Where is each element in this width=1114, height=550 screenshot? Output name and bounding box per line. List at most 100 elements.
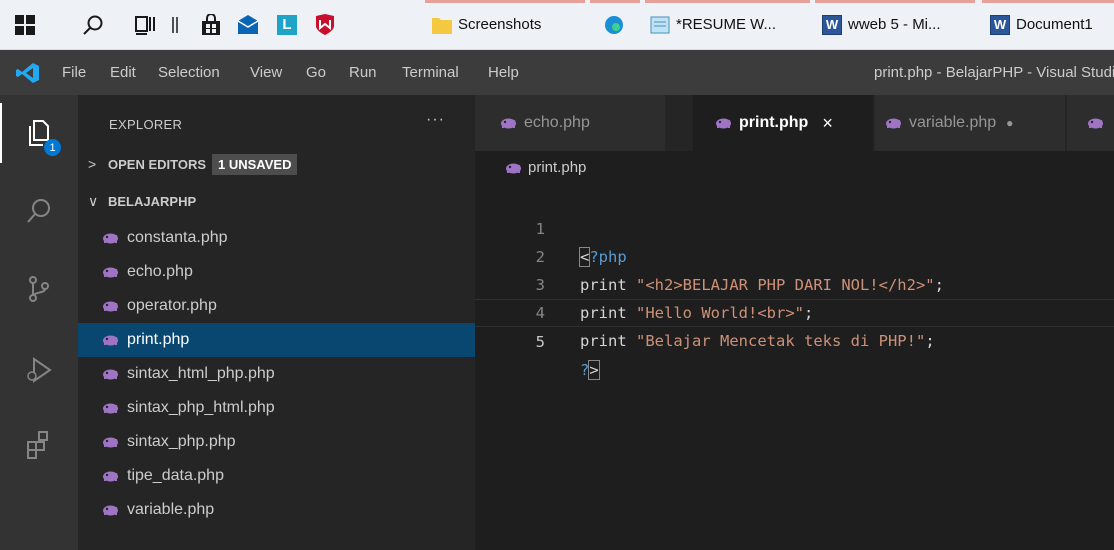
php-file-icon xyxy=(102,232,120,244)
file-item[interactable]: print.php xyxy=(78,323,475,357)
tab-label: echo.php xyxy=(524,114,590,131)
file-item[interactable]: tipe_data.php xyxy=(78,459,475,493)
file-label: echo.php xyxy=(127,263,193,280)
php-file-icon xyxy=(500,117,517,129)
file-item[interactable]: sintax_php.php xyxy=(78,425,475,459)
close-tab-icon[interactable]: × xyxy=(822,113,833,134)
file-label: sintax_html_php.php xyxy=(127,365,275,382)
open-editors-label: OPEN EDITORS xyxy=(108,156,207,172)
php-file-icon xyxy=(885,117,902,129)
taskbar-app-label: Screenshots xyxy=(458,16,542,33)
tab-overflow[interactable] xyxy=(1067,95,1114,151)
code-line: 3 print "Hello World!<br>"; xyxy=(475,243,1114,322)
menu-file[interactable]: File xyxy=(62,50,86,95)
extensions-icon xyxy=(27,431,48,459)
string-literal: "Belajar Mencetak teks di PHP!" xyxy=(636,332,926,350)
windows-taskbar: L Screenshots *RESUME W... W wweb 5 - Mi… xyxy=(0,0,1114,50)
line-number: 5 xyxy=(535,333,545,351)
search-icon xyxy=(27,199,50,223)
menu-view[interactable]: View xyxy=(250,50,282,95)
notepad-icon xyxy=(650,15,670,35)
php-file-icon xyxy=(102,436,120,448)
file-label: constanta.php xyxy=(127,229,228,246)
source-control-icon xyxy=(29,276,49,302)
editor-tabs: echo.php print.php × variable.php ● xyxy=(475,95,1114,151)
l-app-icon[interactable]: L xyxy=(272,0,302,49)
menu-run[interactable]: Run xyxy=(349,50,377,95)
unsaved-dot-icon[interactable]: ● xyxy=(1006,116,1013,130)
word-icon: W xyxy=(822,14,842,35)
more-actions-icon[interactable]: ··· xyxy=(426,111,445,129)
taskbar-app-word-document[interactable]: W Document1 xyxy=(990,0,1114,49)
source-control-activity-button[interactable] xyxy=(0,259,78,319)
unsaved-badge: 1 UNSAVED xyxy=(212,153,298,175)
tab-echo[interactable]: echo.php xyxy=(475,95,665,151)
extensions-activity-button[interactable] xyxy=(0,415,78,475)
chevron-right-icon: > xyxy=(88,156,97,172)
taskbar-app-resume[interactable]: *RESUME W... xyxy=(650,0,808,49)
folder-section[interactable]: ∨ BELAJARPHP xyxy=(78,184,475,218)
php-close-bracket: > xyxy=(588,360,600,380)
php-file-icon xyxy=(505,162,522,174)
current-code-line: 5 ?> xyxy=(475,299,1114,380)
chevron-down-icon: ∨ xyxy=(88,192,99,209)
folder-icon xyxy=(432,15,452,35)
explorer-sidebar: EXPLORER ··· > OPEN EDITORS 1 UNSAVED ∨ … xyxy=(78,95,475,550)
code-line: 2 print "<h2>BELAJAR PHP DARI NOL!</h2>"… xyxy=(475,215,1114,294)
mcafee-icon[interactable] xyxy=(310,0,340,49)
php-file-icon xyxy=(1087,117,1104,129)
file-label: print.php xyxy=(127,331,190,348)
php-file-icon xyxy=(102,300,120,312)
divider-icon xyxy=(165,0,185,49)
search-activity-button[interactable] xyxy=(0,181,78,241)
php-file-icon xyxy=(102,470,120,482)
tab-print[interactable]: print.php × xyxy=(693,95,873,151)
file-item[interactable]: operator.php xyxy=(78,289,475,323)
explorer-title: EXPLORER xyxy=(109,117,183,132)
tab-variable[interactable]: variable.php ● xyxy=(875,95,1065,151)
file-label: tipe_data.php xyxy=(127,467,224,484)
store-icon[interactable] xyxy=(196,0,226,49)
file-item[interactable]: variable.php xyxy=(78,493,475,527)
file-label: sintax_php.php xyxy=(127,433,236,450)
run-debug-activity-button[interactable] xyxy=(0,340,78,400)
explorer-badge: 1 xyxy=(44,139,61,156)
file-label: operator.php xyxy=(127,297,217,314)
task-view-icon[interactable] xyxy=(130,0,160,49)
code-editor[interactable]: 1 <?php 2 print "<h2>BELAJAR PHP DARI NO… xyxy=(475,184,1114,550)
windows-start-icon[interactable] xyxy=(10,0,40,49)
file-label: variable.php xyxy=(127,501,215,518)
taskbar-app-screenshots[interactable]: Screenshots xyxy=(432,0,582,49)
taskbar-app-label: wweb 5 - Mi... xyxy=(848,16,941,33)
explorer-activity-button[interactable]: 1 xyxy=(0,103,78,163)
menu-edit[interactable]: Edit xyxy=(110,50,136,95)
breadcrumb-file: print.php xyxy=(528,159,587,176)
menu-selection[interactable]: Selection xyxy=(158,50,220,95)
menu-go[interactable]: Go xyxy=(306,50,326,95)
print-keyword: print xyxy=(580,332,627,350)
mail-icon[interactable] xyxy=(232,0,264,49)
code-line: 4 print "Belajar Mencetak teks di PHP!"; xyxy=(475,271,1114,350)
window-title: print.php - BelajarPHP - Visual Studio C… xyxy=(874,64,1114,81)
edge-icon xyxy=(604,15,624,35)
taskbar-app-label: Document1 xyxy=(1016,16,1093,33)
menu-terminal[interactable]: Terminal xyxy=(402,50,459,95)
php-file-icon xyxy=(102,334,120,346)
search-icon[interactable] xyxy=(78,0,108,49)
breadcrumb[interactable]: print.php xyxy=(475,151,1114,184)
file-item[interactable]: sintax_html_php.php xyxy=(78,357,475,391)
file-item[interactable]: sintax_php_html.php xyxy=(78,391,475,425)
taskbar-app-edge[interactable] xyxy=(604,0,636,49)
taskbar-app-word-wweb[interactable]: W wweb 5 - Mi... xyxy=(822,0,972,49)
code-line: 1 <?php xyxy=(475,187,1114,267)
open-editors-section[interactable]: > OPEN EDITORS 1 UNSAVED xyxy=(78,147,475,181)
file-item[interactable]: constanta.php xyxy=(78,221,475,255)
menu-help[interactable]: Help xyxy=(488,50,519,95)
php-close-tag: ? xyxy=(580,361,590,379)
file-label: sintax_php_html.php xyxy=(127,399,275,416)
file-item[interactable]: echo.php xyxy=(78,255,475,289)
activity-bar: 1 xyxy=(0,95,78,550)
vscode-title-bar: File Edit Selection View Go Run Terminal… xyxy=(0,50,1114,95)
semicolon: ; xyxy=(925,332,935,350)
tab-label: print.php xyxy=(739,114,809,131)
